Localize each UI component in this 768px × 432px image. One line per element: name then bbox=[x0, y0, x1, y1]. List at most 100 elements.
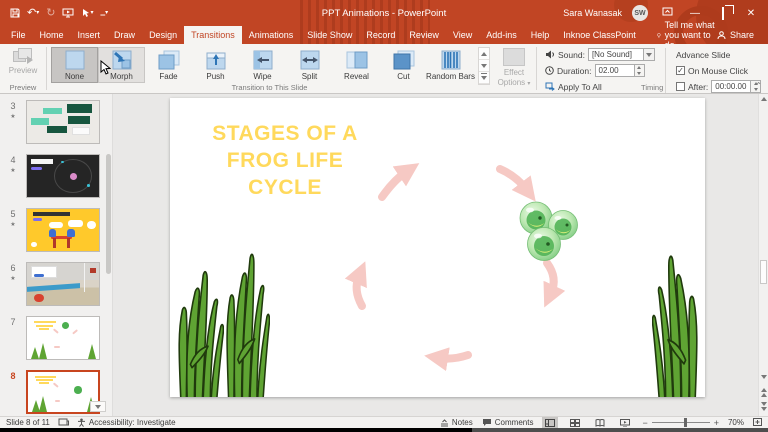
arrow-up-right[interactable] bbox=[382, 172, 406, 197]
tab-insert[interactable]: Insert bbox=[71, 26, 108, 44]
scroll-down-icon[interactable] bbox=[759, 375, 768, 379]
tab-review[interactable]: Review bbox=[402, 26, 446, 44]
user-name[interactable]: Sara Wanasak bbox=[563, 8, 622, 18]
video-progress-bar[interactable] bbox=[0, 428, 768, 432]
scroll-up-icon[interactable] bbox=[759, 97, 768, 101]
reading-view-button[interactable] bbox=[592, 417, 608, 428]
zoom-out-icon[interactable]: − bbox=[642, 418, 647, 428]
tab-add-ins[interactable]: Add-ins bbox=[479, 26, 524, 44]
scrollbar-thumb[interactable] bbox=[760, 260, 767, 284]
checkbox-checked-icon[interactable]: ✓ bbox=[676, 66, 685, 75]
preview-button[interactable]: Preview bbox=[9, 48, 37, 75]
tab-design[interactable]: Design bbox=[142, 26, 184, 44]
zoom-in-icon[interactable]: + bbox=[714, 418, 719, 428]
slide-number: 7 bbox=[10, 317, 15, 327]
slide-thumbnail-3[interactable] bbox=[26, 100, 100, 144]
transition-random-bars[interactable]: Random Bars bbox=[427, 47, 474, 83]
next-slide-icon[interactable] bbox=[759, 402, 768, 411]
slide-thumbnail-7[interactable] bbox=[26, 316, 100, 360]
on-mouse-click-label: On Mouse Click bbox=[688, 66, 748, 76]
normal-view-button[interactable] bbox=[542, 417, 558, 428]
video-progress-played bbox=[0, 428, 472, 432]
tab-home[interactable]: Home bbox=[33, 26, 71, 44]
frog-eggs-image[interactable] bbox=[517, 199, 581, 263]
slide-thumbnail-8[interactable] bbox=[26, 370, 100, 414]
transition-cut[interactable]: Cut bbox=[380, 47, 427, 83]
arrow-left[interactable] bbox=[440, 355, 468, 359]
gallery-scrollbar bbox=[478, 47, 490, 85]
tab-animations[interactable]: Animations bbox=[242, 26, 301, 44]
display-settings-icon[interactable] bbox=[58, 418, 69, 427]
transition-fade[interactable]: Fade bbox=[145, 47, 192, 83]
preview-group: Preview Preview bbox=[0, 44, 46, 93]
duration-down-icon[interactable] bbox=[635, 71, 644, 77]
transition-wipe[interactable]: Wipe bbox=[239, 47, 286, 83]
close-icon[interactable]: ✕ bbox=[742, 8, 760, 19]
ribbon-display-options-icon[interactable] bbox=[658, 7, 676, 19]
transition-split[interactable]: Split bbox=[286, 47, 333, 83]
preview-icon bbox=[13, 48, 33, 64]
preview-button-label: Preview bbox=[9, 66, 37, 75]
thumbnail-scrollbar[interactable] bbox=[106, 154, 111, 274]
tab-file[interactable]: File bbox=[4, 26, 33, 44]
transition-group-label: Transition to This Slide bbox=[47, 83, 492, 92]
tab-record[interactable]: Record bbox=[359, 26, 402, 44]
duration-clock-icon bbox=[545, 66, 554, 75]
fit-slide-to-window-icon[interactable] bbox=[753, 418, 762, 428]
arrow-down[interactable] bbox=[547, 263, 554, 293]
gallery-scroll-up[interactable] bbox=[479, 48, 489, 60]
tab-draw[interactable]: Draw bbox=[107, 26, 142, 44]
avatar[interactable]: SW bbox=[632, 5, 648, 21]
tab-help[interactable]: Help bbox=[524, 26, 557, 44]
tell-me-box[interactable]: Tell me what you want to do bbox=[657, 26, 717, 44]
transition-reveal[interactable]: Reveal bbox=[333, 47, 380, 83]
thumbnail-panel-expand-icon[interactable] bbox=[90, 401, 106, 412]
current-slide[interactable]: STAGES OF A FROG LIFE CYCLE bbox=[170, 98, 705, 397]
tab-transitions[interactable]: Transitions bbox=[184, 26, 242, 44]
slide-sorter-view-button[interactable] bbox=[567, 417, 583, 428]
tab-slide-show[interactable]: Slide Show bbox=[300, 26, 359, 44]
transition-push[interactable]: Push bbox=[192, 47, 239, 83]
transition-cut-icon bbox=[391, 50, 417, 70]
animation-star-icon: ★ bbox=[0, 275, 26, 282]
zoom-slider-thumb[interactable] bbox=[684, 418, 687, 427]
effect-options-button[interactable]: Effect Options ▾ bbox=[492, 44, 536, 93]
slide-indicator[interactable]: Slide 8 of 11 bbox=[6, 418, 50, 427]
vertical-scrollbar[interactable] bbox=[758, 94, 768, 416]
collapse-ribbon-icon[interactable]: ⌃ bbox=[755, 81, 762, 90]
transition-morph-icon bbox=[109, 50, 135, 70]
minimize-icon[interactable]: — bbox=[686, 8, 704, 19]
grass-clump-right[interactable] bbox=[652, 251, 700, 397]
slide-number: 4 bbox=[10, 155, 15, 165]
slide-thumbnail-5[interactable] bbox=[26, 208, 100, 252]
tab-inknoe-classpoint[interactable]: Inknoe ClassPoint bbox=[556, 26, 643, 44]
slide-number: 8 bbox=[10, 371, 15, 381]
previous-slide-icon[interactable] bbox=[759, 388, 768, 397]
transition-none[interactable]: None bbox=[51, 47, 98, 83]
restore-icon[interactable] bbox=[714, 8, 732, 19]
zoom-slider[interactable]: − + bbox=[642, 418, 719, 428]
share-button[interactable]: Share bbox=[717, 26, 768, 44]
duration-spinner[interactable]: 02.00 bbox=[595, 64, 645, 77]
sound-dropdown-arrow-icon[interactable] bbox=[644, 48, 655, 61]
arrow-up[interactable] bbox=[357, 276, 362, 306]
on-mouse-click-checkbox[interactable]: ✓ On Mouse Click bbox=[676, 64, 761, 77]
tab-view[interactable]: View bbox=[446, 26, 479, 44]
notes-button[interactable]: Notes bbox=[440, 418, 473, 427]
accessibility-checker[interactable]: Accessibility: Investigate bbox=[77, 418, 176, 427]
sound-dropdown[interactable]: [No Sound] bbox=[588, 48, 655, 61]
slideshow-view-button[interactable] bbox=[617, 417, 633, 428]
arrow-down-right[interactable] bbox=[500, 169, 526, 189]
animation-star-icon: ★ bbox=[0, 221, 26, 228]
frog-egg bbox=[528, 228, 561, 261]
slide-canvas[interactable]: STAGES OF A FROG LIFE CYCLE bbox=[113, 94, 758, 416]
slide-thumbnail-6[interactable] bbox=[26, 262, 100, 306]
slide-thumbnail-4[interactable] bbox=[26, 154, 100, 198]
grass-clump-left-small[interactable] bbox=[176, 267, 224, 397]
comments-button[interactable]: Comments bbox=[482, 418, 534, 427]
grass-clump-left-tall[interactable] bbox=[224, 249, 270, 397]
zoom-level[interactable]: 70% bbox=[728, 418, 744, 427]
transition-reveal-icon bbox=[344, 50, 370, 70]
gallery-scroll-down[interactable] bbox=[479, 60, 489, 72]
slide-thumbnail-panel: 3★ 4★ bbox=[0, 94, 113, 416]
